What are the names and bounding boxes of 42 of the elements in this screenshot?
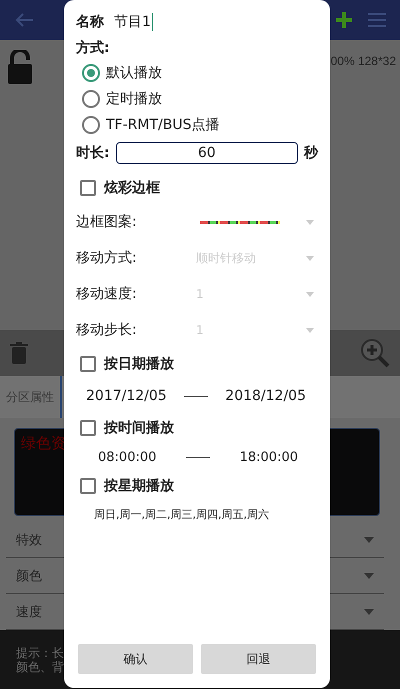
field-label: 时长: (76, 144, 110, 162)
zoom-in-icon[interactable] (360, 338, 390, 368)
radio-option[interactable]: 默认播放 (76, 60, 318, 86)
dialog-button[interactable]: 回退 (201, 644, 316, 674)
dropdown-icon (364, 608, 374, 614)
radio-option[interactable]: TF-RMT/BUS点播 (76, 112, 318, 138)
checkbox-option[interactable]: 按日期播放 (76, 348, 318, 380)
dropdown-icon (306, 256, 314, 260)
dialog-button[interactable]: 确认 (78, 644, 193, 674)
back-icon[interactable] (14, 12, 34, 28)
hint-text: 提示：长 (16, 646, 64, 660)
menu-icon[interactable] (368, 12, 386, 28)
unit-label: 秒 (304, 144, 318, 162)
setting-label: 边框图案: (76, 213, 138, 231)
dropdown-icon (364, 572, 374, 578)
add-icon[interactable] (334, 10, 354, 30)
radio-option[interactable]: 定时播放 (76, 86, 318, 112)
weekdays-text[interactable]: 周日,周一,周二,周三,周四,周五,周六 (76, 502, 318, 528)
field-label: 名称 (76, 13, 104, 31)
setting-label: 移动方式: (76, 249, 138, 267)
checkbox-option[interactable]: 按时间播放 (76, 412, 318, 444)
preview-text: 绿色资 (21, 434, 66, 452)
dropdown-icon (306, 220, 314, 224)
border-pattern-icon (200, 220, 280, 224)
setting-label: 移动速度: (76, 285, 138, 303)
section-label: 方式: (76, 38, 111, 58)
start-date[interactable]: 2017/12/05 (86, 388, 167, 404)
start-time[interactable]: 08:00:00 (98, 450, 156, 464)
status-text: 00% 128*32 (330, 54, 396, 68)
dropdown-icon (306, 328, 314, 332)
end-date[interactable]: 2018/12/05 (225, 388, 306, 404)
hint-text: 颜色、背 (16, 660, 64, 674)
dropdown-icon (364, 536, 374, 542)
unlock-icon[interactable] (8, 50, 32, 84)
duration-field[interactable]: 60 (116, 142, 298, 164)
setting-label: 移动步长: (76, 321, 138, 339)
dropdown-icon (306, 292, 314, 296)
checkbox-option[interactable]: 按星期播放 (76, 470, 318, 502)
trash-icon[interactable] (10, 342, 28, 364)
name-field[interactable]: 节目1 (114, 13, 153, 31)
end-time[interactable]: 18:00:00 (240, 450, 298, 464)
checkbox-option[interactable]: 炫彩边框 (76, 172, 318, 204)
